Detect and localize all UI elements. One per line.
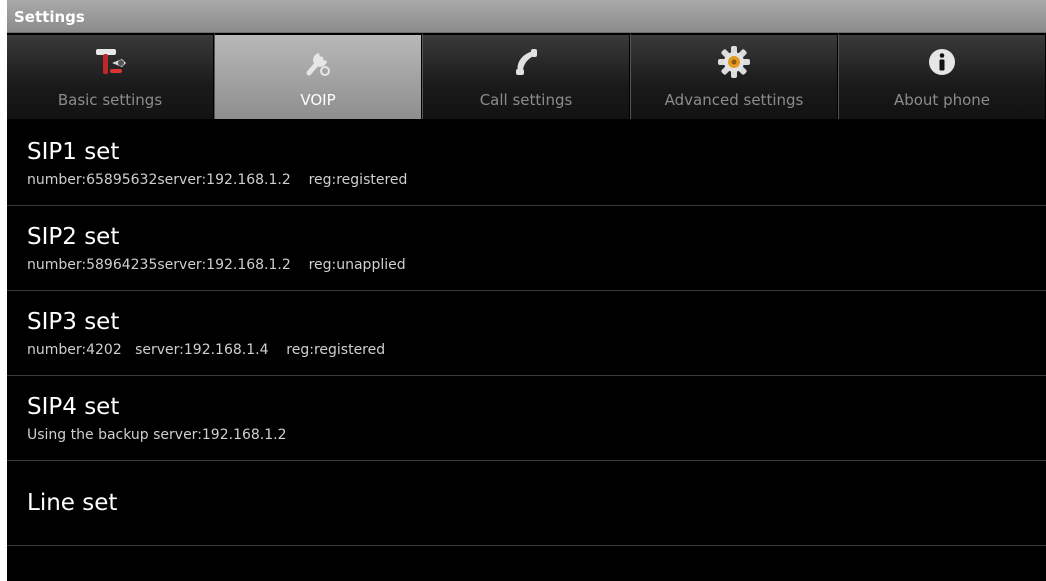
item-title: SIP4 set [27,394,120,420]
tab-basic-settings[interactable]: Basic settings [7,33,214,119]
item-subtitle: number:4202 server:192.168.1.4 reg:regis… [27,342,386,358]
item-title: SIP3 set [27,309,120,335]
wrench-icon [301,39,335,85]
tab-label: Call settings [479,91,573,109]
item-subtitle: Using the backup server:192.168.1.2 [27,427,287,443]
tab-call-settings[interactable]: Call settings [422,33,630,119]
tab-label: VOIP [300,91,336,109]
tab-label: Basic settings [57,91,163,109]
list-item-sip2[interactable]: SIP2 set number:58964235server:192.168.1… [7,206,1046,291]
settings-app: Settings Basic settings VOIP Call settin… [7,0,1046,581]
tab-label: Advanced settings [664,91,804,109]
tools-icon [90,39,130,85]
list-item-sip3[interactable]: SIP3 set number:4202 server:192.168.1.4 … [7,291,1046,376]
item-title: SIP2 set [27,224,120,250]
window-title: Settings [14,8,85,26]
item-subtitle: number:58964235server:192.168.1.2 reg:un… [27,257,406,273]
info-icon [927,39,957,85]
item-title: SIP1 set [27,139,120,165]
voip-settings-list: SIP1 set number:65895632server:192.168.1… [7,121,1046,546]
list-item-sip1[interactable]: SIP1 set number:65895632server:192.168.1… [7,121,1046,206]
tab-bar: Basic settings VOIP Call settings Advanc… [7,33,1046,119]
tab-advanced-settings[interactable]: Advanced settings [630,33,838,119]
phone-handset-icon [509,39,543,85]
list-item-sip4[interactable]: SIP4 set Using the backup server:192.168… [7,376,1046,461]
window-edge [0,0,7,581]
gear-icon [716,39,752,85]
list-item-line-set[interactable]: Line set [7,461,1046,546]
item-subtitle: number:65895632server:192.168.1.2 reg:re… [27,172,408,188]
tab-about-phone[interactable]: About phone [838,33,1046,119]
item-title: Line set [27,490,118,516]
title-bar: Settings [7,0,1046,33]
tab-label: About phone [893,91,991,109]
tab-voip[interactable]: VOIP [214,33,422,119]
